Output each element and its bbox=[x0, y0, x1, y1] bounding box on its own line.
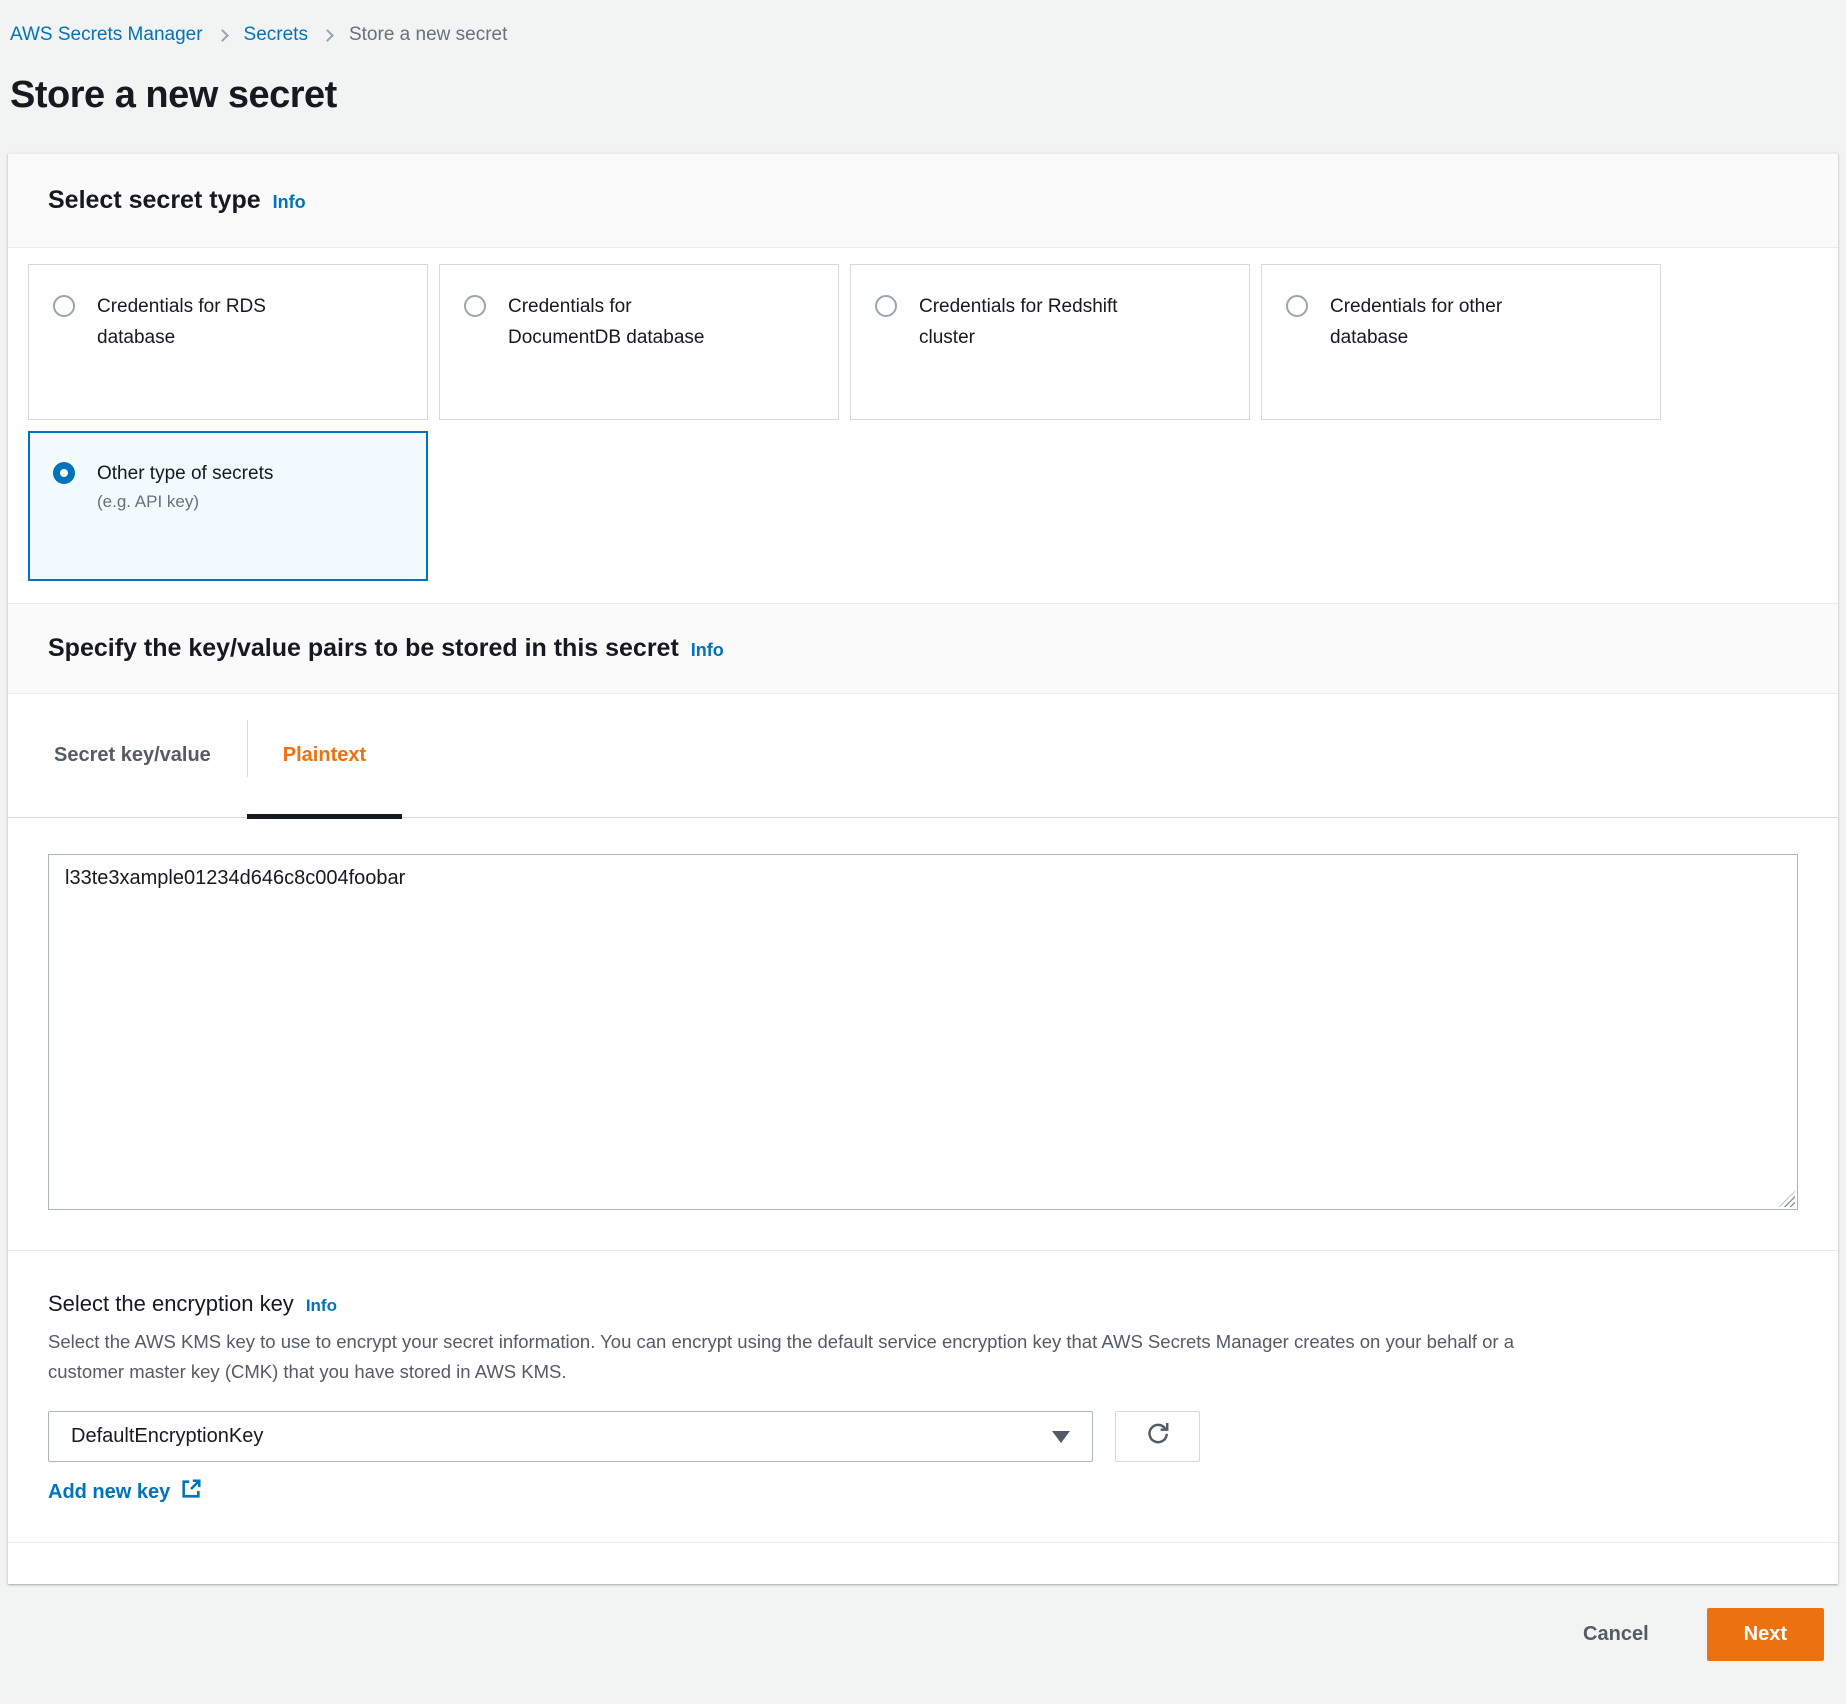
secret-type-option-redshift[interactable]: Credentials for Redshift cluster bbox=[850, 264, 1250, 420]
refresh-keys-button[interactable] bbox=[1115, 1411, 1200, 1462]
next-button[interactable]: Next bbox=[1707, 1608, 1824, 1661]
tab-plaintext[interactable]: Plaintext bbox=[247, 694, 402, 817]
breadcrumb-link-secrets[interactable]: Secrets bbox=[244, 24, 308, 46]
secret-type-option-other-secrets[interactable]: Other type of secrets (e.g. API key) bbox=[28, 431, 428, 581]
breadcrumb-link-secrets-manager[interactable]: AWS Secrets Manager bbox=[10, 24, 203, 46]
secret-type-options: Credentials for RDS database Credentials… bbox=[8, 248, 1838, 603]
encryption-key-info-link[interactable]: Info bbox=[306, 1296, 337, 1316]
wizard-footer: Cancel Next bbox=[0, 1608, 1824, 1661]
select-secret-type-header: Select secret type Info bbox=[8, 154, 1838, 248]
encryption-key-title: Select the encryption key bbox=[48, 1291, 294, 1317]
secret-value-tabs: Secret key/value Plaintext bbox=[8, 694, 1838, 818]
caret-down-icon bbox=[1052, 1431, 1070, 1443]
encryption-key-selected-value: DefaultEncryptionKey bbox=[71, 1425, 263, 1448]
store-secret-panel: Select secret type Info Credentials for … bbox=[8, 153, 1838, 1584]
page-title: Store a new secret bbox=[10, 74, 1846, 117]
breadcrumb: AWS Secrets Manager Secrets Store a new … bbox=[0, 0, 1846, 46]
radio-selected-icon[interactable] bbox=[53, 462, 75, 484]
secret-type-label: Credentials for DocumentDB database bbox=[508, 291, 723, 393]
secret-type-row-1: Credentials for RDS database Credentials… bbox=[28, 264, 1818, 420]
plaintext-editor-area: l33te3xample01234d646c8c004foobar bbox=[8, 818, 1838, 1210]
encryption-key-description: Select the AWS KMS key to use to encrypt… bbox=[48, 1327, 1568, 1387]
secret-type-option-rds[interactable]: Credentials for RDS database bbox=[28, 264, 428, 420]
encryption-key-section: Select the encryption key Info Select th… bbox=[8, 1251, 1838, 1542]
radio-unselected-icon[interactable] bbox=[1286, 295, 1308, 317]
chevron-right-icon bbox=[321, 29, 334, 42]
secret-type-sublabel: (e.g. API key) bbox=[97, 489, 273, 515]
secret-type-label: Credentials for RDS database bbox=[97, 291, 312, 393]
select-secret-type-info-link[interactable]: Info bbox=[273, 192, 306, 213]
secret-type-label: Credentials for Redshift cluster bbox=[919, 291, 1134, 393]
secret-type-label: Other type of secrets bbox=[97, 458, 273, 489]
radio-unselected-icon[interactable] bbox=[875, 295, 897, 317]
secret-type-row-2: Other type of secrets (e.g. API key) bbox=[28, 431, 1818, 581]
radio-unselected-icon[interactable] bbox=[53, 295, 75, 317]
key-value-section-header: Specify the key/value pairs to be stored… bbox=[8, 603, 1838, 694]
external-link-icon bbox=[180, 1478, 202, 1506]
secret-type-label: Credentials for other database bbox=[1330, 291, 1545, 393]
key-value-info-link[interactable]: Info bbox=[691, 640, 724, 661]
panel-bottom-padding bbox=[8, 1542, 1838, 1584]
tab-secret-key-value[interactable]: Secret key/value bbox=[18, 694, 247, 817]
refresh-icon bbox=[1144, 1421, 1172, 1452]
select-secret-type-title: Select secret type bbox=[48, 186, 261, 215]
secret-type-option-other-database[interactable]: Credentials for other database bbox=[1261, 264, 1661, 420]
add-new-key-label: Add new key bbox=[48, 1481, 170, 1504]
plaintext-secret-input[interactable]: l33te3xample01234d646c8c004foobar bbox=[48, 854, 1798, 1210]
radio-unselected-icon[interactable] bbox=[464, 295, 486, 317]
key-value-section-title: Specify the key/value pairs to be stored… bbox=[48, 634, 679, 663]
encryption-key-select[interactable]: DefaultEncryptionKey bbox=[48, 1411, 1093, 1462]
secret-type-option-documentdb[interactable]: Credentials for DocumentDB database bbox=[439, 264, 839, 420]
breadcrumb-current: Store a new secret bbox=[349, 24, 507, 46]
chevron-right-icon bbox=[216, 29, 229, 42]
add-new-key-link[interactable]: Add new key bbox=[48, 1478, 202, 1506]
cancel-button[interactable]: Cancel bbox=[1583, 1623, 1649, 1646]
